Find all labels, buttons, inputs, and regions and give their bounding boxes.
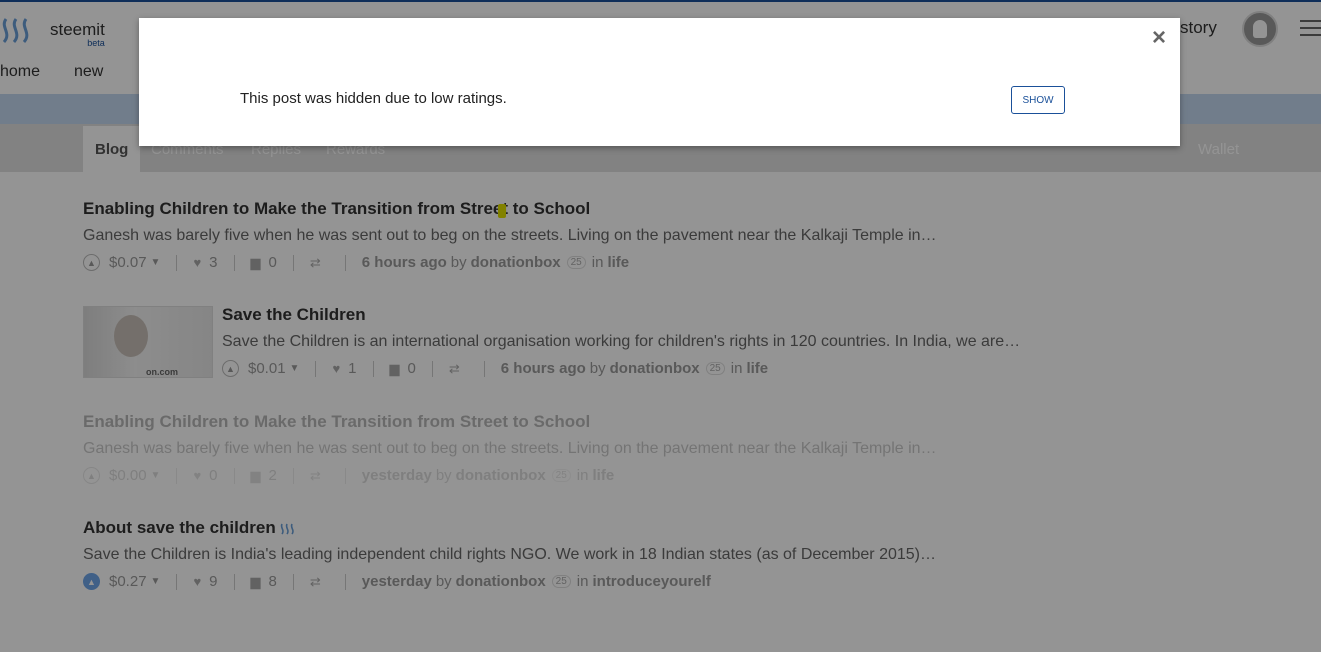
hidden-post-modal: × This post was hidden due to low rating… [139,18,1180,146]
close-icon[interactable]: × [1152,24,1166,52]
show-button[interactable]: SHOW [1011,86,1065,114]
hidden-post-message: This post was hidden due to low ratings. [240,90,507,107]
